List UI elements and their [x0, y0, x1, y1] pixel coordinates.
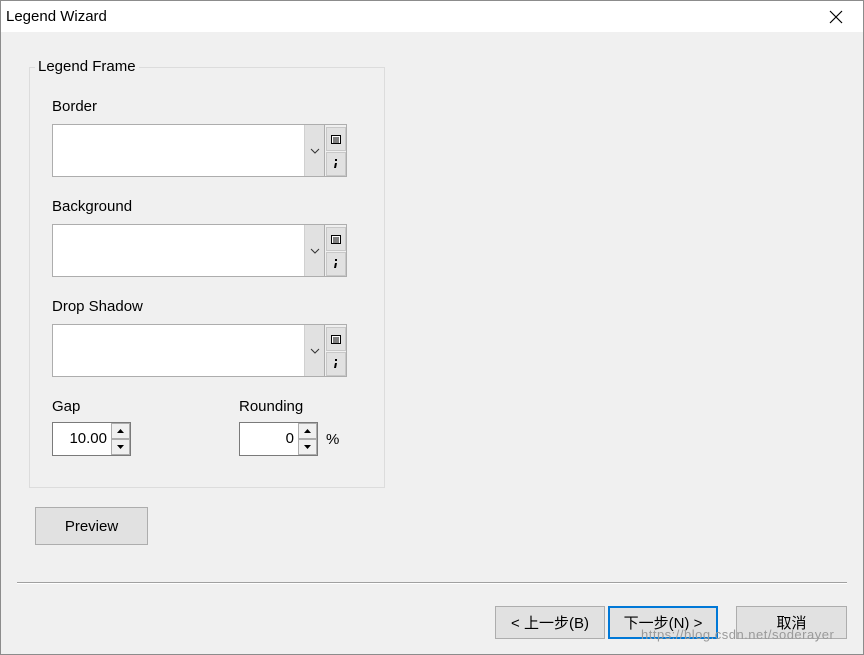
rounding-label: Rounding [239, 398, 304, 415]
chevron-down-icon [310, 348, 319, 354]
background-properties-button[interactable] [326, 227, 346, 251]
border-label: Border [52, 98, 98, 115]
info-icon [334, 159, 337, 168]
footer-separator [17, 582, 847, 584]
arrow-down-icon [117, 445, 124, 449]
watermark-text: https://blog.csdn.net/soderayer [641, 627, 835, 642]
gap-spinner[interactable]: 10.00 [52, 422, 131, 456]
info-icon [334, 359, 337, 368]
gap-decrement-button[interactable] [111, 439, 130, 455]
rounding-spinner[interactable]: 0 [239, 422, 318, 456]
drop-shadow-dropdown-button[interactable] [304, 325, 324, 376]
group-title: Legend Frame [35, 58, 139, 75]
gap-value[interactable]: 10.00 [53, 423, 111, 455]
arrow-down-icon [304, 445, 311, 449]
back-button[interactable]: < 上一步(B) [495, 606, 605, 639]
info-icon [334, 259, 337, 268]
title-bar: Legend Wizard [1, 1, 863, 32]
arrow-up-icon [304, 429, 311, 433]
properties-icon [331, 234, 341, 244]
chevron-down-icon [310, 248, 319, 254]
drop-shadow-info-button[interactable] [326, 352, 346, 376]
border-dropdown-button[interactable] [304, 125, 324, 176]
rounding-spin-arrows [298, 423, 317, 455]
properties-icon [331, 334, 341, 344]
close-icon [829, 10, 843, 23]
rounding-decrement-button[interactable] [298, 439, 317, 455]
window-title: Legend Wizard [6, 8, 107, 25]
rounding-value[interactable]: 0 [240, 423, 298, 455]
close-button[interactable] [813, 1, 859, 32]
properties-icon [331, 134, 341, 144]
background-label: Background [52, 198, 133, 215]
gap-increment-button[interactable] [111, 423, 130, 439]
background-combo[interactable] [52, 224, 325, 277]
drop-shadow-combo[interactable] [52, 324, 325, 377]
drop-shadow-label: Drop Shadow [52, 298, 143, 315]
arrow-up-icon [117, 429, 124, 433]
background-dropdown-button[interactable] [304, 225, 324, 276]
border-side-buttons [324, 124, 347, 177]
preview-button-label: Preview [64, 517, 119, 535]
drop-shadow-properties-button[interactable] [326, 327, 346, 351]
rounding-increment-button[interactable] [298, 423, 317, 439]
legend-wizard-dialog: Legend Wizard Legend Frame Border Backgr… [0, 0, 864, 655]
chevron-down-icon [310, 148, 319, 154]
background-side-buttons [324, 224, 347, 277]
gap-label: Gap [52, 398, 81, 415]
preview-button[interactable]: Preview [35, 507, 148, 545]
back-button-label: < 上一步(B) [511, 615, 589, 632]
background-info-button[interactable] [326, 252, 346, 276]
border-properties-button[interactable] [326, 127, 346, 151]
rounding-unit: % [326, 431, 340, 448]
border-combo[interactable] [52, 124, 325, 177]
border-info-button[interactable] [326, 152, 346, 176]
gap-spin-arrows [111, 423, 130, 455]
drop-shadow-side-buttons [324, 324, 347, 377]
